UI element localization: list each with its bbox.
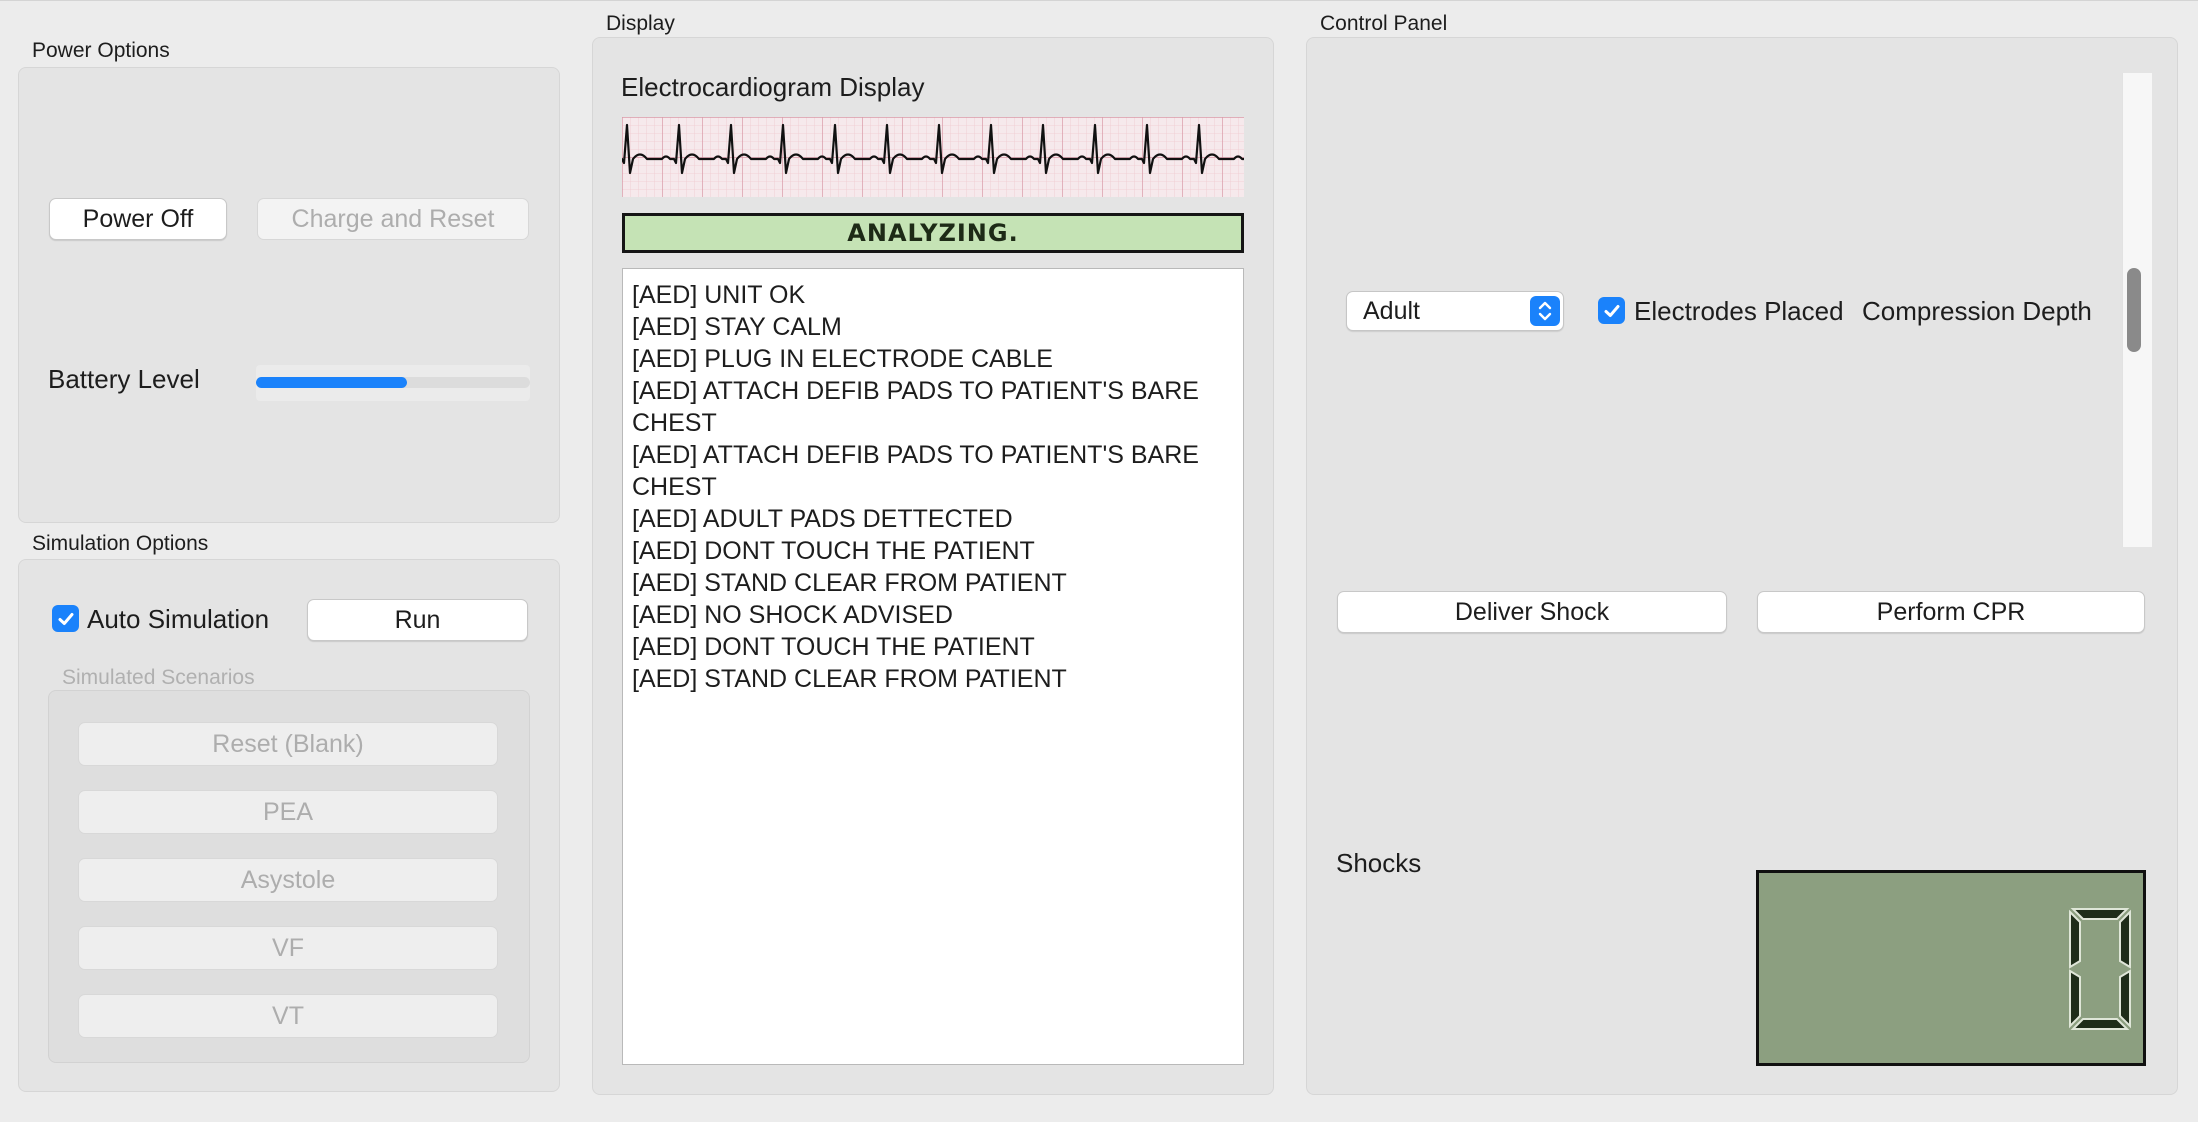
- analysis-status-text: ANALYZING.: [847, 219, 1019, 247]
- ecg-waveform: [622, 117, 1244, 197]
- log-line: [AED] STAY CALM: [632, 313, 842, 341]
- log-line: [AED] UNIT OK: [632, 281, 806, 309]
- aed-log-textarea[interactable]: [AED] UNIT OK [AED] STAY CALM [AED] PLUG…: [622, 268, 1244, 1065]
- log-line: [AED] NO SHOCK ADVISED: [632, 601, 953, 629]
- ecg-display-title: Electrocardiogram Display: [621, 72, 925, 102]
- patient-type-value: Adult: [1363, 297, 1420, 325]
- battery-level-bar: [256, 365, 530, 401]
- control-scrollbar[interactable]: [2122, 73, 2152, 547]
- log-line: [AED] DONT TOUCH THE PATIENT: [632, 633, 1035, 661]
- scenario-pea-button[interactable]: PEA: [78, 790, 498, 834]
- shocks-label: Shocks: [1336, 848, 1422, 878]
- scrollbar-thumb[interactable]: [2127, 268, 2141, 352]
- scenario-asystole-button[interactable]: Asystole: [78, 858, 498, 902]
- compression-depth-label: Compression Depth: [1862, 296, 2092, 326]
- aed-simulator-window: Power Options Power Off Charge and Reset…: [0, 0, 2198, 1122]
- electrodes-placed-label: Electrodes Placed: [1634, 296, 1844, 326]
- log-line: [AED] PLUG IN ELECTRODE CABLE: [632, 345, 1053, 373]
- battery-level-label: Battery Level: [48, 364, 200, 394]
- power-options-group: [18, 67, 560, 523]
- chevron-updown-icon: [1530, 296, 1560, 326]
- charge-and-reset-button[interactable]: Charge and Reset: [257, 198, 529, 240]
- auto-simulation-label: Auto Simulation: [87, 604, 270, 634]
- log-line: [AED] ATTACH DEFIB PADS TO PATIENT'S BAR…: [632, 377, 1199, 437]
- battery-level-fill: [256, 377, 407, 388]
- log-line: [AED] ATTACH DEFIB PADS TO PATIENT'S BAR…: [632, 441, 1199, 501]
- log-line: [AED] DONT TOUCH THE PATIENT: [632, 537, 1035, 565]
- log-line: [AED] STAND CLEAR FROM PATIENT: [632, 569, 1067, 597]
- simulation-options-title: Simulation Options: [32, 532, 209, 555]
- checkmark-icon: [58, 612, 73, 625]
- scenario-reset-blank-button[interactable]: Reset (Blank): [78, 722, 498, 766]
- run-button[interactable]: Run: [307, 599, 528, 641]
- perform-cpr-button[interactable]: Perform CPR: [1757, 591, 2145, 633]
- lcd-digit: [2069, 908, 2131, 1030]
- battery-level-track: [256, 377, 530, 388]
- control-panel-title: Control Panel: [1320, 12, 1448, 35]
- power-options-title: Power Options: [32, 39, 170, 62]
- electrodes-placed-checkbox[interactable]: [1598, 297, 1625, 324]
- scenario-vf-button[interactable]: VF: [78, 926, 498, 970]
- scenario-vt-button[interactable]: VT: [78, 994, 498, 1038]
- auto-simulation-checkbox[interactable]: [52, 605, 79, 632]
- shocks-lcd-counter: [1756, 870, 2146, 1066]
- analysis-status-bar: ANALYZING.: [622, 213, 1244, 253]
- log-line: [AED] ADULT PADS DETTECTED: [632, 505, 1013, 533]
- ecg-strip: [622, 117, 1244, 197]
- simulated-scenarios-title: Simulated Scenarios: [62, 666, 255, 689]
- log-line: [AED] STAND CLEAR FROM PATIENT: [632, 665, 1067, 693]
- power-off-button[interactable]: Power Off: [49, 198, 227, 240]
- checkmark-icon: [1604, 304, 1619, 317]
- display-title: Display: [606, 12, 675, 35]
- patient-type-select[interactable]: Adult: [1346, 291, 1564, 331]
- deliver-shock-button[interactable]: Deliver Shock: [1337, 591, 1727, 633]
